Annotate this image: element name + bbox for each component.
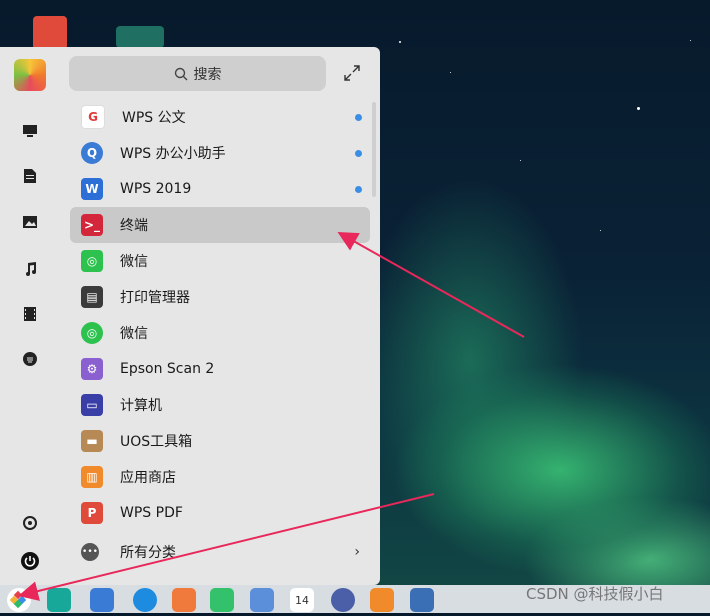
arrow-to-launcher xyxy=(18,493,435,601)
arrow-to-terminal xyxy=(337,232,525,338)
annotation-arrows xyxy=(18,232,525,601)
